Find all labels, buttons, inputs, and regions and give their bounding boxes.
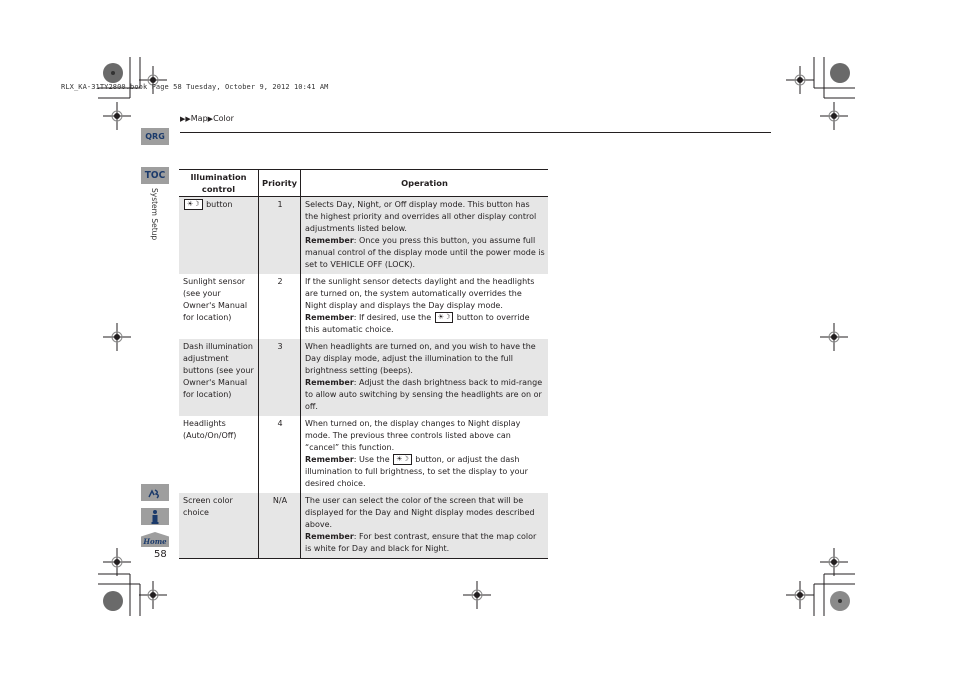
operation-text: When turned on, the display changes to N… bbox=[305, 419, 521, 452]
remember-text: : If desired, use the bbox=[353, 313, 434, 322]
control-text: button bbox=[203, 200, 233, 209]
table-row: Headlights (Auto/On/Off) 4 When turned o… bbox=[179, 416, 548, 493]
info-icon bbox=[151, 509, 159, 524]
remember-text: : Use the bbox=[353, 455, 393, 464]
control-cell: Sunlight sensor (see your Owner's Manual… bbox=[179, 274, 259, 339]
control-cell: ☀☽ button bbox=[179, 196, 259, 274]
header-operation: Operation bbox=[300, 169, 548, 197]
priority-cell: N/A bbox=[258, 493, 301, 559]
toc-button[interactable]: TOC bbox=[141, 167, 169, 184]
section-label: System Setup bbox=[150, 188, 159, 241]
header-rule bbox=[180, 132, 771, 133]
header-priority: Priority bbox=[258, 169, 301, 197]
breadcrumb: ▶▶Map▶Color bbox=[180, 114, 234, 123]
day-night-button-icon: ☀☽ bbox=[393, 454, 412, 465]
remember-label: Remember bbox=[305, 378, 354, 387]
operation-text: Selects Day, Night, or Off display mode.… bbox=[305, 200, 537, 233]
priority-cell: 4 bbox=[258, 416, 301, 493]
operation-text: The user can select the color of the scr… bbox=[305, 496, 535, 529]
operation-cell: If the sunlight sensor detects daylight … bbox=[301, 274, 549, 339]
operation-text: When headlights are turned on, and you w… bbox=[305, 342, 536, 375]
priority-cell: 3 bbox=[258, 339, 301, 416]
voice-command-icon bbox=[148, 488, 159, 498]
remember-label: Remember bbox=[305, 236, 354, 245]
control-cell: Headlights (Auto/On/Off) bbox=[179, 416, 259, 493]
operation-cell: The user can select the color of the scr… bbox=[300, 493, 548, 559]
table-row: Dash illumination adjustment buttons (se… bbox=[179, 339, 548, 416]
voice-command-button[interactable] bbox=[141, 484, 169, 501]
print-header: RLX_KA-31TY2800.book Page 58 Tuesday, Oc… bbox=[61, 83, 329, 91]
day-night-button-icon: ☀☽ bbox=[184, 199, 203, 210]
toc-label: TOC bbox=[144, 170, 166, 181]
remember-label: Remember bbox=[305, 313, 354, 322]
info-button[interactable] bbox=[141, 508, 169, 525]
breadcrumb-item-color: Color bbox=[213, 114, 234, 123]
table-row: Sunlight sensor (see your Owner's Manual… bbox=[179, 274, 548, 339]
control-cell: Dash illumination adjustment buttons (se… bbox=[179, 339, 259, 416]
day-night-button-icon: ☀☽ bbox=[434, 312, 454, 323]
illumination-table: Illumination control Priority Operation … bbox=[179, 169, 548, 559]
operation-cell: When headlights are turned on, and you w… bbox=[300, 339, 548, 416]
remember-label: Remember bbox=[305, 455, 354, 464]
qrg-button[interactable]: QRG bbox=[141, 128, 169, 145]
priority-cell: 1 bbox=[258, 196, 301, 274]
remember-label: Remember bbox=[305, 532, 354, 541]
operation-cell: When turned on, the display changes to N… bbox=[301, 416, 549, 493]
table-header-row: Illumination control Priority Operation bbox=[179, 169, 548, 197]
home-label: Home bbox=[143, 537, 167, 546]
header-illumination-control: Illumination control bbox=[179, 169, 259, 197]
table-row: ☀☽ button 1 Selects Day, Night, or Off d… bbox=[179, 196, 548, 274]
control-cell: Screen color choice bbox=[179, 493, 259, 559]
qrg-label: QRG bbox=[145, 132, 165, 141]
operation-cell: Selects Day, Night, or Off display mode.… bbox=[300, 196, 548, 274]
table-row: Screen color choice N/A The user can sel… bbox=[179, 493, 548, 559]
priority-cell: 2 bbox=[258, 274, 301, 339]
breadcrumb-item-map[interactable]: Map bbox=[191, 114, 208, 123]
operation-text: If the sunlight sensor detects daylight … bbox=[305, 277, 535, 310]
page-number: 58 bbox=[154, 549, 167, 560]
triangle-right-icon: ▶▶ bbox=[180, 115, 191, 123]
